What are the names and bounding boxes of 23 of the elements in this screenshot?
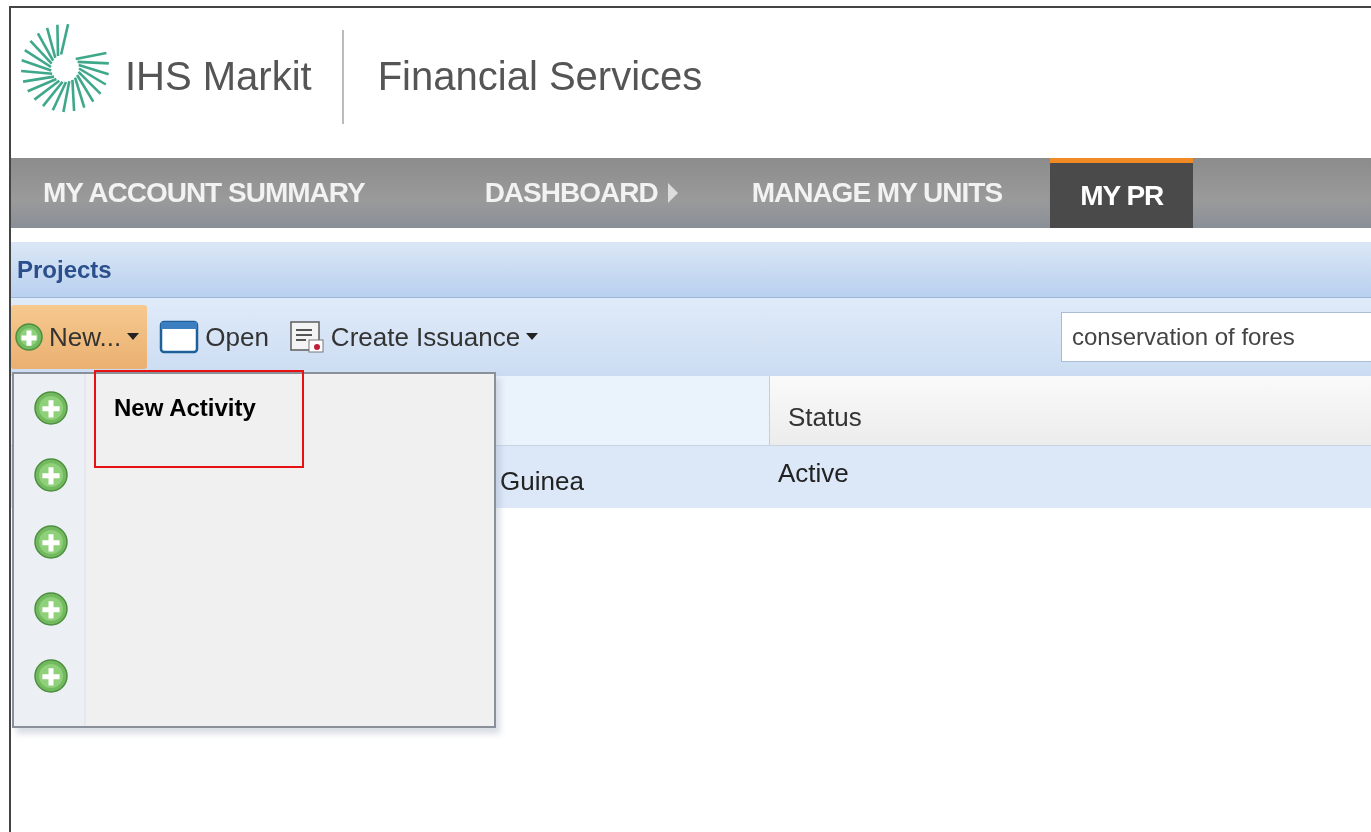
new-button[interactable]: New... bbox=[11, 305, 148, 369]
arrow-icon bbox=[667, 183, 678, 203]
table-cell-text: Guinea bbox=[500, 465, 585, 498]
search-field[interactable]: conservation of fores bbox=[1061, 312, 1371, 362]
document-icon bbox=[288, 320, 325, 354]
caret-icon bbox=[127, 333, 140, 341]
plus-icon bbox=[34, 457, 68, 492]
issuance-button[interactable]: Create Issuance bbox=[284, 305, 547, 369]
logo-icon bbox=[19, 22, 111, 114]
open-button[interactable]: Open bbox=[155, 305, 277, 369]
plus-icon bbox=[34, 591, 68, 626]
panel-title: Projects bbox=[17, 254, 112, 285]
caret-icon bbox=[526, 333, 539, 341]
nav-tab[interactable]: MY PR bbox=[1050, 158, 1194, 228]
column-header: Status bbox=[787, 401, 862, 434]
plus-icon bbox=[34, 524, 68, 559]
plus-icon bbox=[34, 658, 68, 693]
product-name: Financial Services bbox=[377, 53, 703, 100]
plus-icon bbox=[34, 390, 68, 425]
plus-icon bbox=[15, 323, 43, 351]
window-icon bbox=[159, 320, 200, 354]
brand-name: IHS Markit bbox=[125, 53, 312, 100]
table-cell-text: Active bbox=[777, 457, 849, 490]
